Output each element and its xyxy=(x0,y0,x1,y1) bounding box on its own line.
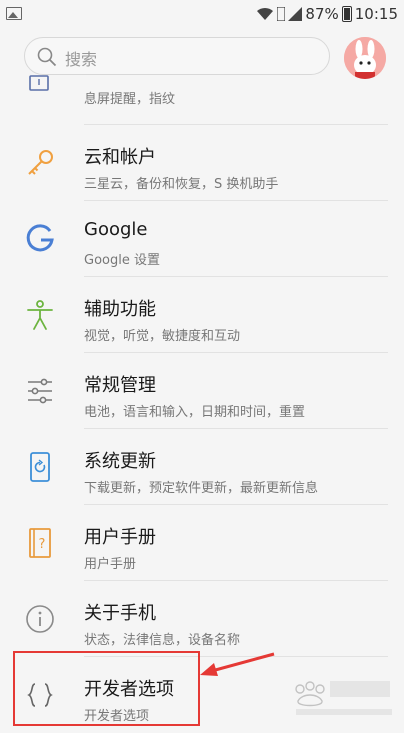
svg-text:?: ? xyxy=(39,537,46,552)
image-notification-icon xyxy=(6,7,22,20)
info-icon xyxy=(26,605,54,633)
settings-item-subtitle: 三星云，备份和恢复，S 换机助手 xyxy=(84,177,279,192)
settings-item-google[interactable]: Google Google 设置 xyxy=(0,201,404,277)
settings-item-title: 辅助功能 xyxy=(84,299,156,320)
settings-item-subtitle: 状态，法律信息，设备名称 xyxy=(84,633,241,648)
search-placeholder: 搜索 xyxy=(65,50,98,69)
settings-item-accessibility[interactable]: 辅助功能 视觉，听觉，敏捷度和互动 xyxy=(0,277,404,353)
lock-screen-icon xyxy=(29,75,49,91)
settings-item-lockscreen[interactable]: 息屏提醒，指纹 xyxy=(0,75,404,125)
settings-item-title: 系统更新 xyxy=(84,451,156,472)
clock: 10:15 xyxy=(354,5,398,23)
settings-item-subtitle: Google 设置 xyxy=(84,253,160,268)
settings-item-title: 关于手机 xyxy=(84,603,156,624)
wifi-icon xyxy=(257,7,274,20)
settings-item-title: 用户手册 xyxy=(84,527,156,548)
accessibility-icon xyxy=(27,300,53,330)
manual-icon: ? xyxy=(29,528,51,558)
settings-item-general[interactable]: 常规管理 电池，语言和输入，日期和时间，重置 xyxy=(0,353,404,429)
battery-icon xyxy=(341,6,352,22)
settings-item-title: Google xyxy=(84,219,148,240)
system-update-icon xyxy=(30,452,50,482)
battery-percent: 87% xyxy=(305,5,339,23)
search-header: 搜索 xyxy=(0,30,404,88)
settings-item-update[interactable]: 系统更新 下载更新，预定软件更新，最新更新信息 xyxy=(0,429,404,505)
rabbit-avatar-icon xyxy=(344,37,386,79)
sim-icon xyxy=(277,7,286,21)
settings-item-title: 云和帐户 xyxy=(84,147,156,168)
avatar[interactable] xyxy=(344,37,386,79)
settings-item-subtitle: 视觉，听觉，敏捷度和互动 xyxy=(84,329,241,344)
settings-item-subtitle: 息屏提醒，指纹 xyxy=(84,92,176,107)
sliders-icon xyxy=(28,378,52,404)
status-bar: 87% 10:15 xyxy=(0,0,404,30)
search-icon xyxy=(37,47,57,67)
key-icon xyxy=(28,150,53,175)
settings-item-title: 常规管理 xyxy=(84,375,156,396)
settings-item-subtitle: 用户手册 xyxy=(84,557,137,572)
signal-icon xyxy=(288,7,303,21)
baidu-watermark-logo xyxy=(295,681,392,715)
settings-item-manual[interactable]: ? 用户手册 用户手册 xyxy=(0,505,404,581)
settings-item-subtitle: 电池，语言和输入，日期和时间，重置 xyxy=(84,405,306,420)
search-input[interactable]: 搜索 xyxy=(24,37,330,75)
settings-item-subtitle: 下载更新，预定软件更新，最新更新信息 xyxy=(84,481,319,496)
red-arrow-icon xyxy=(200,652,275,676)
settings-item-about[interactable]: 关于手机 状态，法律信息，设备名称 xyxy=(0,581,404,657)
highlight-box xyxy=(13,651,200,726)
google-icon xyxy=(26,224,54,252)
settings-item-cloud[interactable]: 云和帐户 三星云，备份和恢复，S 换机助手 xyxy=(0,125,404,201)
status-icons: 87% 10:15 xyxy=(256,5,398,23)
